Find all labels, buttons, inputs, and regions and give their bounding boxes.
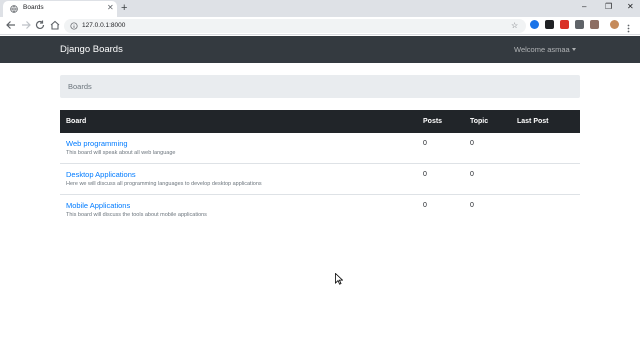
table-row: Desktop Applications Here we will discus… [60, 164, 580, 195]
table-row: Mobile Applications This board will disc… [60, 195, 580, 226]
browser-menu-icon[interactable] [627, 20, 630, 33]
column-header-topic: Topic [470, 118, 489, 125]
back-arrow-icon[interactable] [5, 19, 17, 31]
posts-count: 0 [423, 171, 427, 178]
browser-tab-strip: Boards ✕ + – ❐ ✕ [0, 0, 640, 17]
new-tab-button[interactable]: + [121, 2, 127, 14]
extension-icon[interactable] [575, 20, 584, 29]
forward-arrow-icon[interactable] [20, 19, 32, 31]
browser-toolbar: 127.0.0.1:8000 ☆ [0, 17, 640, 35]
user-menu-toggle[interactable]: Welcome asmaa [514, 45, 570, 54]
board-link[interactable]: Desktop Applications [66, 170, 136, 179]
boards-table: Board Posts Topic Last Post Web programm… [60, 110, 580, 226]
star-icon[interactable]: ☆ [511, 21, 518, 30]
table-header: Board Posts Topic Last Post [60, 110, 580, 133]
minimize-button[interactable]: – [582, 2, 586, 12]
column-header-last-post: Last Post [517, 118, 549, 125]
maximize-button[interactable]: ❐ [605, 2, 612, 12]
globe-icon [10, 5, 18, 13]
column-header-board: Board [66, 118, 87, 125]
app-navbar: Django Boards Welcome asmaa [0, 36, 640, 63]
reload-icon[interactable] [34, 19, 46, 31]
board-description: This board will speak about all web lang… [66, 150, 176, 156]
table-row: Web programming This board will speak ab… [60, 133, 580, 164]
topics-count: 0 [470, 140, 474, 147]
home-icon[interactable] [49, 19, 61, 31]
browser-tab[interactable]: Boards ✕ [3, 1, 117, 17]
posts-count: 0 [423, 140, 427, 147]
brand-link[interactable]: Django Boards [60, 44, 123, 55]
tab-close-icon[interactable]: ✕ [107, 3, 114, 13]
url-text: 127.0.0.1:8000 [82, 22, 126, 29]
board-description: This board will discuss the tools about … [66, 212, 207, 218]
extension-icon[interactable] [560, 20, 569, 29]
breadcrumb: Boards [60, 75, 580, 98]
address-bar[interactable]: 127.0.0.1:8000 ☆ [64, 19, 526, 33]
extension-icon[interactable] [590, 20, 599, 29]
close-window-button[interactable]: ✕ [627, 2, 634, 12]
breadcrumb-item-boards: Boards [68, 82, 92, 91]
topics-count: 0 [470, 171, 474, 178]
posts-count: 0 [423, 202, 427, 209]
chevron-down-icon[interactable] [572, 48, 576, 51]
board-link[interactable]: Mobile Applications [66, 201, 130, 210]
mouse-cursor-icon [335, 273, 343, 285]
column-header-posts: Posts [423, 118, 443, 125]
profile-avatar[interactable] [610, 20, 619, 29]
info-icon[interactable] [70, 22, 78, 30]
extension-icon[interactable] [530, 20, 539, 29]
extension-icon[interactable] [545, 20, 554, 29]
tab-title: Boards [23, 4, 44, 11]
topics-count: 0 [470, 202, 474, 209]
board-link[interactable]: Web programming [66, 139, 128, 148]
board-description: Here we will discuss all programming lan… [66, 181, 262, 187]
